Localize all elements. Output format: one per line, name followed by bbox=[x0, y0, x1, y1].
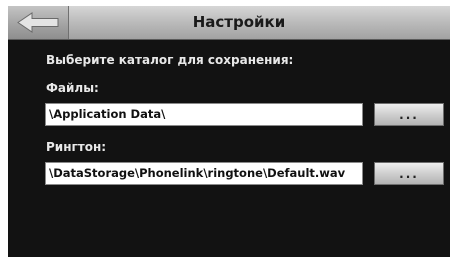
back-arrow-icon bbox=[17, 12, 59, 33]
back-button[interactable] bbox=[8, 6, 69, 39]
ringtone-label: Рингтон: bbox=[46, 140, 107, 154]
page-title: Настройки bbox=[192, 13, 286, 31]
files-browse-button[interactable]: ... bbox=[374, 103, 444, 126]
files-path-field[interactable]: \Application Data\ bbox=[45, 103, 363, 126]
settings-screen: Настройки Выберите каталог для сохранени… bbox=[8, 6, 450, 257]
files-label: Файлы: bbox=[46, 81, 99, 95]
ringtone-path-field[interactable]: \DataStorage\Phonelink\ringtone\Default.… bbox=[45, 162, 363, 185]
title-bar: Настройки bbox=[8, 6, 450, 40]
ringtone-browse-button[interactable]: ... bbox=[374, 162, 444, 185]
folder-prompt: Выберите каталог для сохранения: bbox=[46, 53, 294, 67]
